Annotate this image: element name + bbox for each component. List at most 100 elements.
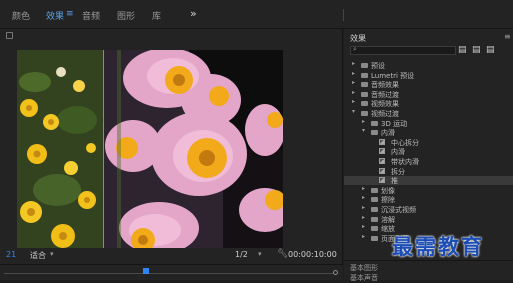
folder-item[interactable]: ▸ 预设 bbox=[344, 60, 513, 70]
tree-item-label: 视频效果 bbox=[371, 100, 399, 109]
tree-item-label: 擦除 bbox=[381, 196, 395, 205]
tree-item-label: 中心拆分 bbox=[391, 138, 419, 147]
incoming-clip-yellow-flowers bbox=[17, 50, 103, 248]
folder-icon bbox=[361, 63, 368, 68]
tab-color[interactable]: 颜色 bbox=[12, 9, 30, 22]
folder-icon bbox=[361, 101, 368, 107]
program-monitor: 21 适合 ▾ 1/2 ▾ 🔧︎ 00:00:10:00 bbox=[0, 29, 343, 280]
folder-item[interactable]: ▸ 擦除 bbox=[344, 194, 513, 205]
folder-icon bbox=[371, 187, 378, 193]
accelerated-effects-icon[interactable]: ▤ bbox=[458, 45, 467, 55]
tree-item-label: Lumetri 预设 bbox=[371, 71, 415, 80]
video-preview[interactable] bbox=[17, 50, 283, 248]
pink-flowers-image bbox=[103, 50, 283, 248]
outgoing-clip-pink-flowers bbox=[103, 50, 283, 248]
folder-icon bbox=[361, 82, 368, 88]
folder-item[interactable]: ▸ 划像 bbox=[344, 185, 513, 195]
search-icon: ⌕ bbox=[353, 45, 357, 53]
folder-item[interactable]: ▸ 音频过渡 bbox=[344, 89, 513, 99]
chevron-down-icon[interactable]: ▾ bbox=[352, 108, 355, 115]
monitor-header bbox=[0, 29, 343, 43]
32bit-effects-icon[interactable]: ▤ bbox=[472, 45, 481, 55]
chevron-right-icon[interactable]: ▸ bbox=[362, 185, 365, 192]
folder-icon bbox=[371, 235, 378, 241]
folder-icon bbox=[371, 197, 378, 203]
tab-essential-sound[interactable]: 基本声音 bbox=[350, 273, 378, 283]
panel-menu-icon[interactable] bbox=[6, 32, 13, 39]
more-workspaces-button[interactable]: » bbox=[190, 7, 197, 20]
folder-item[interactable]: ▸ 沉浸式视频 bbox=[344, 204, 513, 214]
time-ruler[interactable] bbox=[0, 264, 343, 280]
folder-icon bbox=[371, 207, 378, 212]
folder-item[interactable]: ▸ 溶解 bbox=[344, 214, 513, 224]
watermark-text: 最需教育 bbox=[392, 234, 484, 259]
yuv-effects-icon[interactable]: ▤ bbox=[486, 45, 495, 55]
effects-panel-title: 效果 bbox=[350, 34, 366, 43]
transition-effect-icon bbox=[379, 148, 385, 155]
folder-icon bbox=[371, 216, 378, 222]
effect-item[interactable]: 带状内滑 bbox=[344, 157, 513, 166]
effect-item[interactable]: 中心拆分 bbox=[344, 138, 513, 147]
tree-item-label: 预设 bbox=[371, 62, 385, 70]
chevron-right-icon[interactable]: ▸ bbox=[352, 70, 355, 77]
tree-item-label: 音频效果 bbox=[371, 81, 399, 90]
playhead-marker[interactable] bbox=[142, 268, 149, 274]
tab-essential-graphics[interactable]: 基本图形 bbox=[350, 263, 378, 273]
chevron-right-icon[interactable]: ▸ bbox=[362, 204, 365, 211]
chevron-right-icon[interactable]: ▸ bbox=[362, 194, 365, 201]
chevron-down-icon[interactable]: ▾ bbox=[362, 127, 365, 134]
folder-icon bbox=[361, 91, 368, 97]
transition-effect-icon bbox=[379, 138, 385, 145]
tree-item-label: 推 bbox=[391, 177, 398, 186]
tree-item-label: 沉浸式视频 bbox=[381, 206, 416, 214]
folder-icon bbox=[361, 72, 368, 78]
folder-item[interactable]: ▾ 内滑 bbox=[344, 127, 513, 138]
folder-item[interactable]: ▸ 音频效果 bbox=[344, 79, 513, 90]
chevron-down-icon[interactable]: ▾ bbox=[258, 250, 262, 258]
workspace-tabbar: 颜色 效果 ≡ 音频 图形 库 » bbox=[0, 0, 513, 29]
chevron-right-icon[interactable]: ▸ bbox=[362, 214, 365, 221]
effect-item[interactable]: 推 bbox=[344, 176, 513, 186]
ruler-track bbox=[4, 273, 334, 274]
folder-item[interactable]: ▾ 视频过渡 bbox=[344, 108, 513, 118]
chevron-right-icon[interactable]: ▸ bbox=[352, 60, 355, 67]
monitor-controls: 21 适合 ▾ 1/2 ▾ 🔧︎ 00:00:10:00 bbox=[0, 248, 343, 280]
panel-menu-icon[interactable]: ≡ bbox=[504, 32, 511, 41]
chevron-right-icon[interactable]: ▸ bbox=[352, 98, 355, 105]
settings-wrench-icon[interactable]: 🔧︎ bbox=[277, 249, 288, 259]
divider bbox=[343, 9, 344, 21]
chevron-right-icon[interactable]: ▸ bbox=[352, 89, 355, 96]
end-marker-icon bbox=[333, 270, 338, 275]
tree-item-label: 拆分 bbox=[391, 167, 405, 176]
tree-item-label: 溶解 bbox=[381, 215, 395, 224]
zoom-dropdown[interactable]: 适合 bbox=[30, 250, 46, 261]
folder-item[interactable]: ▸ Lumetri 预设 bbox=[344, 70, 513, 80]
tree-item-label: 视频过渡 bbox=[371, 110, 399, 118]
tab-libraries[interactable]: 库 bbox=[152, 9, 161, 22]
tab-audio[interactable]: 音频 bbox=[82, 9, 100, 22]
transition-effect-icon bbox=[379, 177, 385, 184]
chevron-right-icon[interactable]: ▸ bbox=[352, 79, 355, 86]
chevron-right-icon[interactable]: ▸ bbox=[362, 233, 365, 240]
chevron-right-icon[interactable]: ▸ bbox=[362, 223, 365, 230]
effects-search-input[interactable]: ⌕ bbox=[350, 45, 456, 55]
effect-item[interactable]: 拆分 bbox=[344, 167, 513, 176]
folder-item[interactable]: ▸ 视频效果 bbox=[344, 98, 513, 109]
tab-effects[interactable]: 效果 bbox=[46, 9, 64, 22]
hamburger-icon[interactable]: ≡ bbox=[66, 9, 74, 19]
folder-item[interactable]: ▸ 3D 运动 bbox=[344, 118, 513, 128]
resolution-dropdown[interactable]: 1/2 bbox=[235, 250, 248, 259]
tab-graphics[interactable]: 图形 bbox=[117, 9, 135, 22]
folder-icon bbox=[361, 111, 368, 116]
tree-item-label: 内滑 bbox=[391, 148, 405, 157]
tree-item-label: 音频过渡 bbox=[371, 90, 399, 99]
playhead-timecode[interactable]: 21 bbox=[6, 250, 16, 259]
tree-item-label: 内滑 bbox=[381, 129, 395, 138]
transition-effect-icon bbox=[379, 167, 385, 174]
effect-item[interactable]: 内滑 bbox=[344, 147, 513, 156]
tree-item-label: 带状内滑 bbox=[391, 158, 419, 166]
folder-icon bbox=[371, 130, 378, 136]
chevron-down-icon[interactable]: ▾ bbox=[50, 250, 54, 258]
transition-effect-icon bbox=[379, 158, 385, 164]
chevron-right-icon[interactable]: ▸ bbox=[362, 118, 365, 125]
